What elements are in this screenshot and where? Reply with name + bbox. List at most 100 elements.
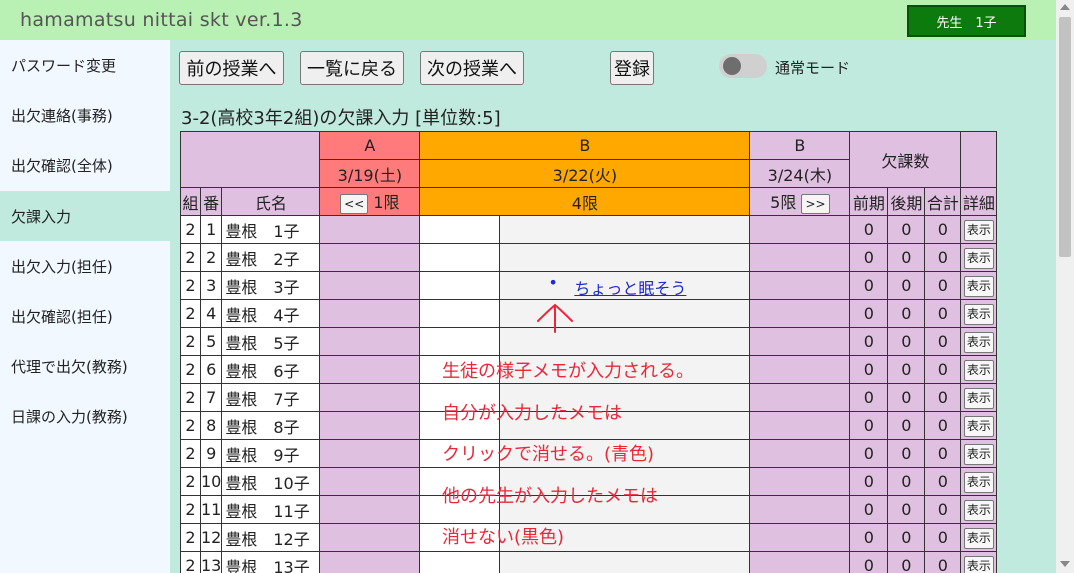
scroll-down-icon[interactable] bbox=[1060, 561, 1070, 567]
detail-button[interactable]: 表示 bbox=[963, 331, 994, 353]
row-total: 0 bbox=[924, 439, 962, 468]
row-kumi: 2 bbox=[180, 467, 201, 496]
detail-button[interactable]: 表示 bbox=[963, 387, 994, 409]
detail-button[interactable]: 表示 bbox=[963, 555, 994, 573]
memo-cell[interactable] bbox=[499, 215, 751, 244]
detail-button[interactable]: 表示 bbox=[963, 275, 994, 297]
col-c-cell[interactable] bbox=[749, 355, 851, 384]
col-a-cell[interactable] bbox=[319, 383, 421, 412]
detail-button[interactable]: 表示 bbox=[963, 303, 994, 325]
scroll-up-icon[interactable] bbox=[1060, 4, 1070, 10]
row-first-term: 0 bbox=[849, 215, 889, 244]
col-b-check-cell[interactable] bbox=[419, 327, 501, 356]
col-a-cell[interactable] bbox=[319, 355, 421, 384]
col-a-cell[interactable] bbox=[319, 271, 421, 300]
col-c-cell[interactable] bbox=[749, 439, 851, 468]
detail-button[interactable]: 表示 bbox=[963, 443, 994, 465]
register-button[interactable]: 登録 bbox=[610, 51, 654, 85]
row-second-term: 0 bbox=[887, 523, 926, 552]
row-name: 豊根 8子 bbox=[221, 411, 321, 440]
col-b-check-cell[interactable] bbox=[419, 243, 501, 272]
mode-toggle[interactable] bbox=[719, 54, 767, 78]
col-a-cell[interactable] bbox=[319, 299, 421, 328]
col-b-check-cell[interactable] bbox=[419, 271, 501, 300]
row-total: 0 bbox=[924, 467, 962, 496]
col-b-check-cell[interactable] bbox=[419, 215, 501, 244]
detail-button[interactable]: 表示 bbox=[963, 527, 994, 549]
row-total: 0 bbox=[924, 523, 962, 552]
sidebar-item-attendance-check-homeroom[interactable]: 出欠確認(担任) bbox=[0, 291, 170, 341]
row-name: 豊根 3子 bbox=[221, 271, 321, 300]
memo-link[interactable]: ちょっと眠そう bbox=[574, 275, 686, 299]
col-c-cell[interactable] bbox=[749, 271, 851, 300]
annotation-arrow-icon bbox=[537, 303, 573, 333]
sidebar-item-attendance-check-all[interactable]: 出欠確認(全体) bbox=[0, 140, 170, 190]
col-a-cell[interactable] bbox=[319, 495, 421, 524]
col-a-cell[interactable] bbox=[319, 523, 421, 552]
col-b-check-cell[interactable] bbox=[419, 551, 501, 573]
sidebar-item-password[interactable]: パスワード変更 bbox=[0, 40, 170, 90]
detail-button[interactable]: 表示 bbox=[963, 499, 994, 521]
header-blank bbox=[179, 131, 321, 188]
col-c-cell[interactable] bbox=[749, 215, 851, 244]
memo-cell[interactable]: • ちょっと眠そう bbox=[499, 271, 751, 300]
annotation-line-2: 自分が入力したメモは bbox=[442, 403, 622, 424]
col-a-period: << 1限 bbox=[319, 187, 421, 216]
header-second-term: 後期 bbox=[887, 187, 926, 216]
row-kumi: 2 bbox=[180, 327, 201, 356]
col-a-cell[interactable] bbox=[319, 551, 421, 573]
row-second-term: 0 bbox=[887, 271, 926, 300]
col-c-date: 3/24(木) bbox=[749, 159, 851, 188]
col-c-cell[interactable] bbox=[749, 495, 851, 524]
col-a-cell[interactable] bbox=[319, 327, 421, 356]
next-lesson-button[interactable]: 次の授業へ bbox=[420, 51, 524, 85]
row-kumi: 2 bbox=[180, 215, 201, 244]
col-b-check-cell[interactable] bbox=[419, 299, 501, 328]
row-first-term: 0 bbox=[849, 271, 889, 300]
row-kumi: 2 bbox=[180, 243, 201, 272]
memo-cell[interactable] bbox=[499, 243, 751, 272]
row-second-term: 0 bbox=[887, 383, 926, 412]
prev-period-button[interactable]: << bbox=[340, 193, 369, 214]
col-c-cell[interactable] bbox=[749, 383, 851, 412]
user-badge[interactable]: 先生 1子 bbox=[907, 5, 1026, 37]
col-a-cell[interactable] bbox=[319, 243, 421, 272]
col-b-period: 4限 bbox=[419, 187, 751, 216]
sidebar-item-proxy-attendance[interactable]: 代理で出欠(教務) bbox=[0, 341, 170, 391]
sidebar-item-attendance-contact[interactable]: 出欠連絡(事務) bbox=[0, 90, 170, 140]
table-row: 2 3 豊根 3子 • ちょっと眠そう 0 0 0 表示 bbox=[180, 271, 998, 300]
next-period-button[interactable]: >> bbox=[801, 193, 830, 214]
col-a-cell[interactable] bbox=[319, 439, 421, 468]
detail-button[interactable]: 表示 bbox=[963, 471, 994, 493]
row-ban: 12 bbox=[199, 523, 223, 552]
sidebar-item-attendance-input-homeroom[interactable]: 出欠入力(担任) bbox=[0, 241, 170, 291]
col-c-cell[interactable] bbox=[749, 299, 851, 328]
col-c-cell[interactable] bbox=[749, 551, 851, 573]
prev-lesson-button[interactable]: 前の授業へ bbox=[179, 51, 284, 85]
col-a-cell[interactable] bbox=[319, 467, 421, 496]
row-detail: 表示 bbox=[960, 495, 998, 524]
sidebar-item-schedule-input[interactable]: 日課の入力(教務) bbox=[0, 391, 170, 441]
row-detail: 表示 bbox=[960, 523, 998, 552]
col-c-cell[interactable] bbox=[749, 467, 851, 496]
detail-button[interactable]: 表示 bbox=[963, 359, 994, 381]
col-c-cell[interactable] bbox=[749, 523, 851, 552]
row-detail: 表示 bbox=[960, 355, 998, 384]
detail-button[interactable]: 表示 bbox=[963, 219, 994, 241]
col-a-cell[interactable] bbox=[319, 411, 421, 440]
col-c-cell[interactable] bbox=[749, 243, 851, 272]
row-name: 豊根 2子 bbox=[221, 243, 321, 272]
section-title: 3-2(高校3年2組)の欠課入力 [単位数:5] bbox=[181, 108, 501, 129]
col-a-cell[interactable] bbox=[319, 215, 421, 244]
detail-button[interactable]: 表示 bbox=[963, 415, 994, 437]
detail-button[interactable]: 表示 bbox=[963, 247, 994, 269]
memo-cell[interactable] bbox=[499, 551, 751, 573]
back-to-list-button[interactable]: 一覧に戻る bbox=[300, 51, 404, 85]
row-first-term: 0 bbox=[849, 411, 889, 440]
scroll-thumb[interactable] bbox=[1059, 17, 1071, 257]
col-c-cell[interactable] bbox=[749, 327, 851, 356]
vertical-scrollbar[interactable] bbox=[1056, 0, 1074, 573]
row-detail: 表示 bbox=[960, 243, 998, 272]
sidebar-item-absence-input[interactable]: 欠課入力 bbox=[0, 191, 170, 241]
col-c-cell[interactable] bbox=[749, 411, 851, 440]
